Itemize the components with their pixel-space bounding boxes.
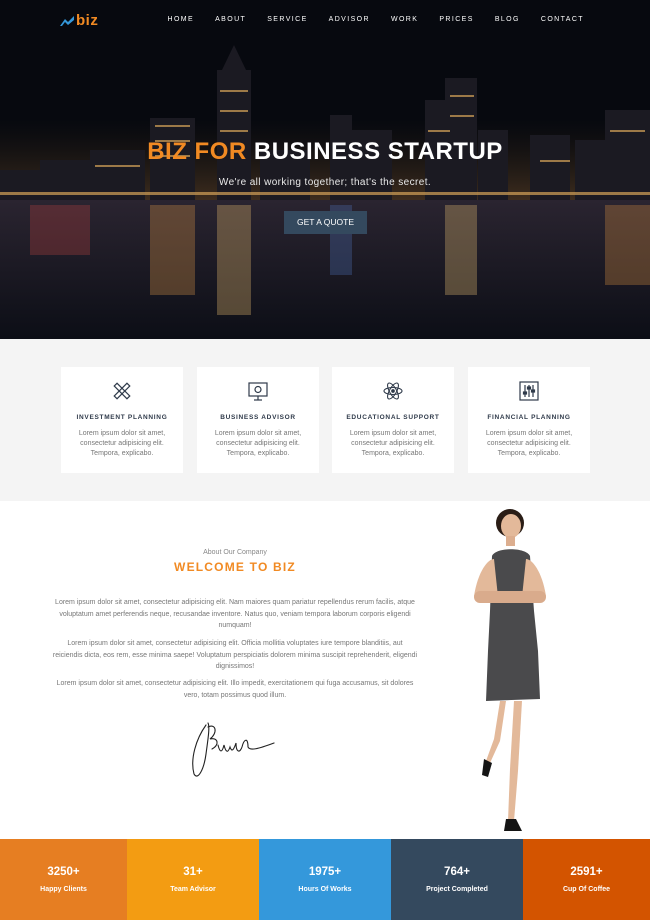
nav-home[interactable]: HOME — [168, 16, 195, 23]
city-skyline-background — [0, 0, 650, 339]
stat-project-completed: 764+ Project Completed — [391, 839, 523, 920]
logo[interactable]: biz — [60, 12, 98, 29]
about-title: WELCOME TO BIZ — [174, 560, 296, 574]
stat-value: 3250+ — [47, 866, 80, 878]
hero-section: biz HOME ABOUT SERVICE ADVISOR WORK PRIC… — [0, 0, 650, 339]
services-section: INVESTMENT PLANNING Lorem ipsum dolor si… — [0, 339, 650, 501]
atom-icon — [383, 382, 403, 400]
hero-title: BIZ FOR BUSINESS STARTUP — [0, 138, 650, 166]
service-card-investment[interactable]: INVESTMENT PLANNING Lorem ipsum dolor si… — [61, 367, 183, 473]
stat-label: Project Completed — [426, 886, 488, 893]
stat-happy-clients: 3250+ Happy Clients — [0, 839, 127, 920]
businesswoman-image — [474, 509, 546, 831]
pencil-ruler-icon — [113, 382, 131, 400]
stat-label: Cup Of Coffee — [562, 886, 611, 893]
top-navigation: biz HOME ABOUT SERVICE ADVISOR WORK PRIC… — [0, 0, 650, 42]
service-title: FINANCIAL PLANNING — [487, 414, 571, 421]
nav-service[interactable]: SERVICE — [267, 16, 307, 23]
service-text: Lorem ipsum dolor sit amet, consectetur … — [485, 430, 573, 457]
service-text: Lorem ipsum dolor sit amet, consectetur … — [349, 430, 437, 457]
nav-contact[interactable]: CONTACT — [541, 16, 584, 23]
service-text: Lorem ipsum dolor sit amet, consectetur … — [78, 430, 166, 457]
stat-label: Hours Of Works — [298, 886, 352, 893]
nav-about[interactable]: ABOUT — [215, 16, 246, 23]
nav-prices[interactable]: PRICES — [439, 16, 473, 23]
service-title: EDUCATIONAL SUPPORT — [346, 414, 440, 421]
nav-work[interactable]: WORK — [391, 16, 418, 23]
stat-label: Team Advisor — [170, 886, 216, 893]
get-a-quote-button[interactable]: GET A QUOTE — [284, 211, 367, 234]
stat-cup-of-coffee: 2591+ Cup Of Coffee — [523, 839, 650, 920]
about-section: About Our Company WELCOME TO BIZ Lorem i… — [0, 501, 650, 839]
about-paragraph-3: Lorem ipsum dolor sit amet, consectetur … — [56, 680, 414, 699]
service-card-financial[interactable]: FINANCIAL PLANNING Lorem ipsum dolor sit… — [468, 367, 590, 473]
service-card-advisor[interactable]: BUSINESS ADVISOR Lorem ipsum dolor sit a… — [197, 367, 319, 473]
nav-advisor[interactable]: ADVISOR — [329, 16, 370, 23]
service-title: INVESTMENT PLANNING — [76, 414, 168, 421]
signature-image — [192, 722, 275, 777]
hero-subtitle: We're all working together; that's the s… — [218, 177, 432, 188]
sliders-icon — [519, 381, 539, 401]
hero-title-accent: BIZ FOR — [147, 138, 247, 165]
service-title: BUSINESS ADVISOR — [220, 414, 296, 421]
stat-hours-of-works: 1975+ Hours Of Works — [259, 839, 391, 920]
hero-title-rest: BUSINESS STARTUP — [253, 138, 503, 165]
stat-team-advisor: 31+ Team Advisor — [127, 839, 259, 920]
stat-value: 764+ — [444, 866, 470, 878]
stat-label: Happy Clients — [40, 886, 87, 893]
service-text: Lorem ipsum dolor sit amet, consectetur … — [214, 430, 302, 457]
about-paragraph-1: Lorem ipsum dolor sit amet, consectetur … — [55, 599, 415, 629]
logo-chart-icon — [60, 15, 74, 26]
about-paragraph-2: Lorem ipsum dolor sit amet, consectetur … — [52, 640, 418, 670]
stats-bar: 3250+ Happy Clients 31+ Team Advisor 197… — [0, 839, 650, 920]
stat-value: 31+ — [183, 866, 203, 878]
about-subheading: About Our Company — [203, 549, 267, 556]
presentation-board-icon — [248, 382, 268, 401]
main-menu: HOME ABOUT SERVICE ADVISOR WORK PRICES B… — [147, 16, 585, 23]
logo-text: biz — [76, 12, 99, 29]
service-card-education[interactable]: EDUCATIONAL SUPPORT Lorem ipsum dolor si… — [332, 367, 454, 473]
stat-value: 1975+ — [308, 866, 342, 878]
stat-value: 2591+ — [570, 866, 603, 878]
nav-blog[interactable]: BLOG — [495, 16, 520, 23]
